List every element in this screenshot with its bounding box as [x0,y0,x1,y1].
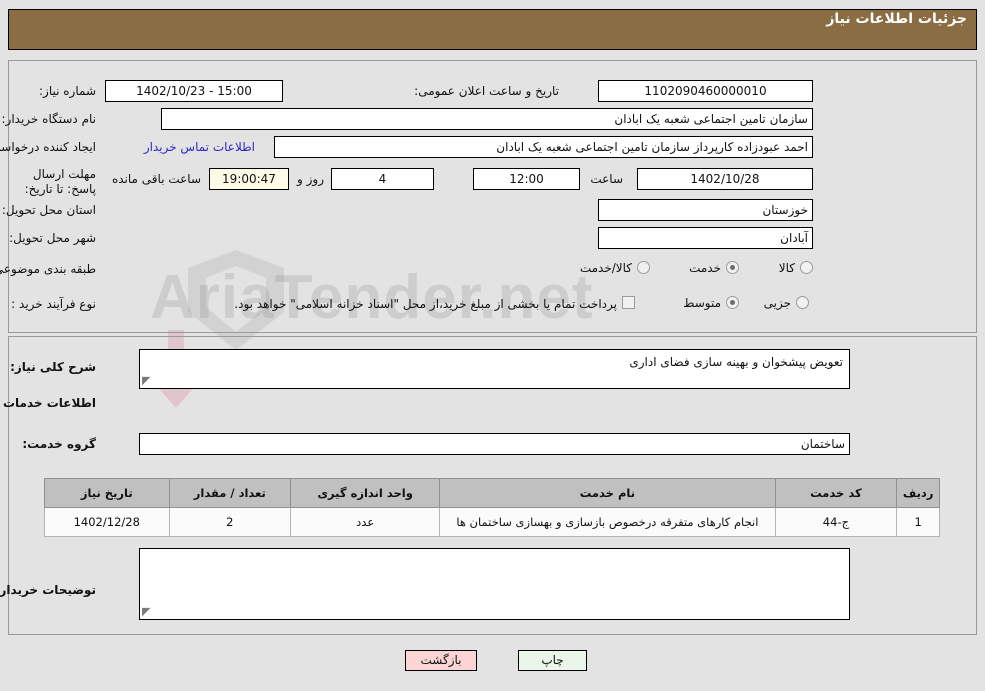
cell-qty: 2 [168,507,292,537]
table-row: 1 ج-44 انجام کارهای متفرقه درخصوص بازساز… [44,507,940,537]
days-suffix-label: روز و [297,172,324,186]
creator-label: ایجاد کننده درخواست: [0,140,96,154]
need-number-value: 1102090460000010 [598,80,813,102]
cell-date: 1402/12/28 [44,507,170,537]
th-code: کد خدمت [774,478,898,508]
cell-unit: عدد [290,507,441,537]
general-desc-text: تعویض پیشخوان و بهینه سازی فضای اداری [629,355,843,369]
need-number-label: شماره نیاز: [39,84,96,98]
resize-handle-icon[interactable]: ◥ [142,374,154,387]
buyer-org-value: سازمان تامین اجتماعی شعبه یک ابادان [161,108,813,130]
th-qty: تعداد / مقدار [168,478,292,508]
days-remaining-value: 4 [331,168,434,190]
print-button[interactable]: چاپ [518,650,587,671]
table-header-row: ردیف کد خدمت نام خدمت واحد اندازه گیری ت… [44,478,940,508]
cell-name: انجام کارهای متفرقه درخصوص بازسازی و بهس… [439,507,776,537]
cell-row: 1 [896,507,940,537]
radio-category-kala-khedmat[interactable] [637,261,650,274]
deadline-label: مهلت ارسال پاسخ: تا تاریخ: [24,167,96,196]
province-value: خوزستان [598,199,813,221]
page-root: جزئیات اطلاعات نیاز شماره نیاز: 11020904… [0,0,985,691]
countdown-value: 19:00:47 [209,168,289,190]
general-desc-value: تعویض پیشخوان و بهینه سازی فضای اداری ◥ [139,349,850,389]
creator-value: احمد عبودزاده کارپرداز سازمان تامین اجتم… [274,136,813,158]
service-group-value: ساختمان [139,433,850,455]
countdown-suffix-label: ساعت باقی مانده [111,172,201,186]
resize-handle-icon-notes[interactable]: ◥ [142,605,154,618]
cell-code: ج-44 [774,507,898,537]
radio-category-kala-label: کالا [778,261,795,275]
radio-category-kala-khedmat-label: کالا/خدمت [579,261,632,275]
th-unit: واحد اندازه گیری [290,478,441,508]
services-table: ردیف کد خدمت نام خدمت واحد اندازه گیری ت… [44,478,940,537]
service-group-label: گروه خدمت: [22,437,96,451]
deadline-date-value: 1402/10/28 [637,168,813,190]
buyer-notes-label: توضیحات خریدار; [0,583,96,597]
public-announce-value: 15:00 - 1402/10/23 [105,80,283,102]
treasury-bond-checkbox[interactable] [622,296,635,309]
city-value: آبادان [598,227,813,249]
radio-process-jozii[interactable] [796,296,809,309]
th-date: تاریخ نیاز [44,478,170,508]
category-label: طبقه بندی موضوعی: [0,262,96,276]
province-label: استان محل تحویل: [1,203,96,217]
th-row: ردیف [896,478,940,508]
general-desc-label: شرح کلی نیاز: [10,360,96,374]
radio-process-motavaset[interactable] [726,296,739,309]
services-info-heading: اطلاعات خدمات مورد نیاز [0,396,96,410]
buyer-org-label: نام دستگاه خریدار: [1,112,97,126]
buyer-notes-value[interactable]: ◥ [139,548,850,620]
radio-process-jozii-label: جزیی [763,296,791,310]
hour-label: ساعت [590,172,623,186]
radio-process-motavaset-label: متوسط [683,296,721,310]
treasury-bond-note: پرداخت تمام یا بخشی از مبلغ خرید،از محل … [234,297,617,311]
city-label: شهر محل تحویل: [9,231,96,245]
process-label: نوع فرآیند خرید : [11,297,96,311]
back-button[interactable]: بازگشت [405,650,477,671]
radio-category-khedmat-label: خدمت [689,261,721,275]
th-name: نام خدمت [439,478,776,508]
buyer-contact-link[interactable]: اطلاعات تماس خریدار [144,140,255,154]
hour-value: 12:00 [473,168,580,190]
public-announce-label: تاریخ و ساعت اعلان عمومی: [414,84,559,98]
page-title: جزئیات اطلاعات نیاز [826,11,967,27]
radio-category-khedmat[interactable] [726,261,739,274]
radio-category-kala[interactable] [800,261,813,274]
